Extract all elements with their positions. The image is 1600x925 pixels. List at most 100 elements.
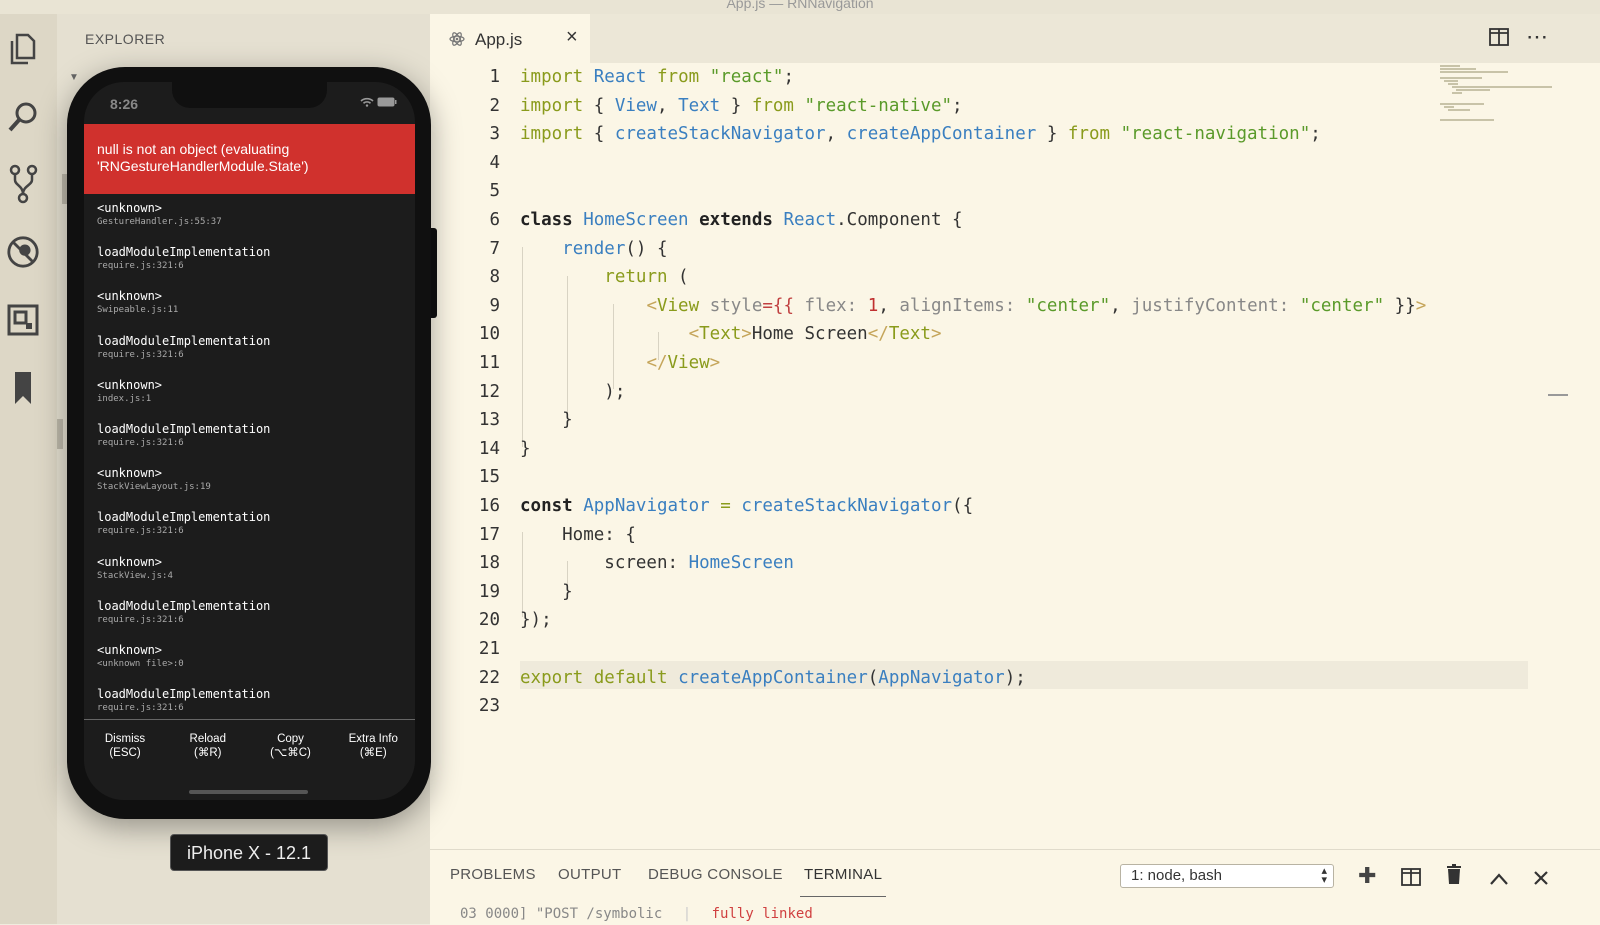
actions-divider [84, 719, 415, 720]
frame-location: GestureHandler.js:55:37 [97, 217, 222, 227]
terminal-line-right: fully linked [711, 906, 813, 922]
minimap-line [1452, 86, 1552, 88]
minimap-line [1444, 106, 1454, 108]
select-arrows-icon: ▴ ▾ [1321, 865, 1327, 886]
code-line-2: import { View, Text } from "react-native… [520, 95, 963, 116]
frame-function: loadModuleImplementation [97, 421, 271, 436]
line-number: 15 [478, 467, 500, 488]
minimap-line [1448, 109, 1470, 111]
stack-frame[interactable]: loadModuleImplementation require.js:321:6 [97, 687, 407, 731]
stack-frame[interactable]: <unknown> StackView.js:4 [97, 555, 407, 599]
code-area[interactable]: import React from "react"; import { View… [520, 63, 1528, 783]
stack-frame[interactable]: <unknown> <unknown file>:0 [97, 643, 407, 687]
line-number: 13 [478, 410, 500, 431]
wifi-icon [360, 97, 377, 110]
new-terminal-icon[interactable]: ✚ [1358, 863, 1376, 889]
editor: App.js × ⋯ 1 2 3 4 5 6 7 8 9 10 11 12 13 14 15 16 17 18 19… [430, 14, 1600, 925]
frame-location: require.js:321:6 [97, 703, 184, 714]
bookmark-icon[interactable] [6, 368, 40, 408]
frame-function: loadModuleImplementation [97, 510, 271, 525]
minimap-line [1440, 103, 1484, 105]
action-label: Extra Info [348, 733, 398, 745]
trash-icon[interactable] [1446, 864, 1462, 890]
tab-output[interactable]: OUTPUT [558, 866, 621, 883]
tab-app-js[interactable]: App.js × [430, 14, 590, 63]
stack-frame[interactable]: loadModuleImplementation require.js:321:6 [97, 334, 407, 378]
stack-frame[interactable]: loadModuleImplementation require.js:321:6 [97, 245, 407, 289]
extra-info-button[interactable]: Extra Info (⌘E) [332, 732, 414, 760]
minimap-line [1440, 77, 1482, 79]
line-number: 12 [478, 381, 500, 402]
stack-frame[interactable]: loadModuleImplementation require.js:321:6 [97, 599, 407, 643]
line-number: 10 [478, 324, 500, 345]
terminal-output[interactable]: 03 0000] "POST /symbolic | fully linked [460, 906, 813, 922]
stack-frame[interactable]: loadModuleImplementation require.js:321:6 [97, 422, 407, 466]
code-line-7: render() { [562, 238, 668, 259]
stack-frame[interactable]: loadModuleImplementation require.js:321:6 [97, 510, 407, 554]
line-number: 20 [478, 610, 500, 631]
dismiss-button[interactable]: Dismiss (ESC) [84, 732, 166, 760]
action-shortcut: (⌥⌘C) [270, 747, 311, 759]
code-line-1: import React from "react"; [520, 67, 795, 87]
scrollbar-marker[interactable] [1548, 394, 1568, 396]
title-bar: App.js — RNNavigation [0, 0, 1600, 14]
minimap-line [1444, 80, 1458, 82]
terminal-select[interactable]: 1: node, bash ▴ ▾ [1120, 864, 1334, 888]
frame-location: index.js:1 [97, 393, 152, 404]
split-editor-icon[interactable] [1489, 28, 1509, 51]
line-number: 7 [489, 238, 500, 259]
close-tab-icon[interactable]: × [566, 26, 578, 49]
line-number: 16 [478, 496, 500, 516]
react-file-icon [449, 31, 465, 52]
files-icon[interactable] [6, 29, 40, 69]
tab-problems[interactable]: PROBLEMS [450, 866, 536, 883]
status-icons [360, 97, 397, 110]
stack-frame[interactable]: <unknown> StackViewLayout.js:19 [97, 466, 407, 510]
window-title: App.js — RNNavigation [726, 0, 874, 11]
code-line-11: </View> [646, 352, 721, 373]
extensions-icon[interactable] [6, 300, 40, 340]
minimap-line [1440, 65, 1460, 67]
more-actions-icon[interactable]: ⋯ [1526, 24, 1548, 50]
code-line-3: import { createStackNavigator, createApp… [520, 124, 1321, 145]
line-number: 2 [489, 95, 500, 116]
frame-function: loadModuleImplementation [97, 598, 271, 613]
tab-debug-console[interactable]: DEBUG CONSOLE [648, 866, 783, 883]
home-indicator [189, 790, 308, 794]
activity-bar [0, 14, 57, 924]
frame-location: <unknown file>:0 [97, 658, 184, 669]
error-message: null is not an object (evaluating 'RNGes… [97, 141, 309, 174]
code-line-6: class HomeScreen extends React.Component… [520, 209, 963, 230]
battery-icon [377, 97, 397, 110]
error-banner: null is not an object (evaluating 'RNGes… [84, 124, 415, 194]
phone-side-button [430, 228, 437, 318]
frame-function: <unknown> [97, 289, 163, 304]
line-number: 5 [489, 181, 500, 202]
close-panel-icon[interactable] [1533, 866, 1549, 892]
reload-button[interactable]: Reload (⌘R) [167, 732, 249, 760]
source-control-icon[interactable] [6, 164, 40, 204]
search-icon[interactable] [6, 97, 40, 137]
stack-trace: <unknown> GestureHandler.js:55:37 loadModu… [97, 201, 407, 731]
line-number: 11 [478, 353, 500, 373]
action-shortcut: (⌘R) [194, 747, 222, 759]
frame-function: loadModuleImplementation [97, 687, 271, 702]
minimap-line [1440, 68, 1476, 70]
tab-terminal[interactable]: TERMINAL [804, 866, 882, 883]
line-number: 19 [478, 581, 500, 602]
split-terminal-icon[interactable] [1401, 866, 1421, 892]
folder-chevron-icon[interactable]: ▼ [69, 72, 79, 83]
status-time: 8:26 [110, 96, 139, 112]
frame-function: loadModuleImplementation [97, 333, 271, 348]
stack-frame[interactable]: <unknown> GestureHandler.js:55:37 [97, 201, 407, 245]
stack-frame[interactable]: <unknown> index.js:1 [97, 378, 407, 422]
frame-location: require.js:321:6 [97, 437, 184, 448]
minimap[interactable] [1440, 63, 1555, 863]
debug-icon[interactable] [6, 232, 40, 272]
frame-location: require.js:321:6 [97, 261, 184, 272]
maximize-panel-icon[interactable] [1489, 866, 1509, 892]
line-number: 18 [478, 553, 500, 574]
frame-location: require.js:321:6 [97, 614, 184, 625]
stack-frame[interactable]: <unknown> Swipeable.js:11 [97, 289, 407, 333]
copy-button[interactable]: Copy (⌥⌘C) [250, 732, 332, 760]
